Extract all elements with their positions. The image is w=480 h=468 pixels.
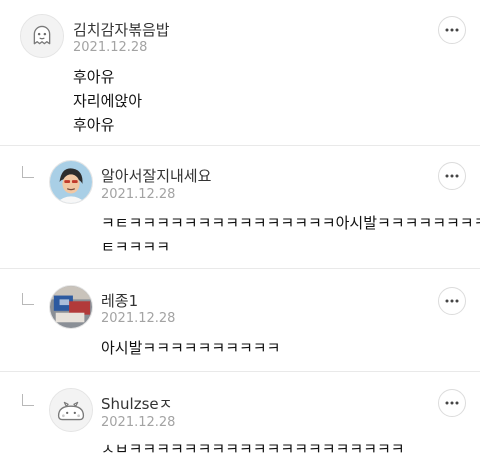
blob-default-avatar-icon xyxy=(50,389,92,431)
comment-author[interactable]: 알아서잘지내세요 xyxy=(101,165,211,186)
more-options-button[interactable] xyxy=(438,16,466,44)
comment-author[interactable]: 레종1 xyxy=(101,290,138,311)
comment-body-line: 자리에앉아 xyxy=(73,92,143,110)
reply-arrow-icon xyxy=(22,293,34,305)
comment-body-line: ㅋㅌㅋㅋㅋㅋㅋㅋㅋㅋㅋㅋㅋㅋㅋㅋㅋ아시발ㅋㅋㅋㅋㅋㅋㅋㅋ xyxy=(101,214,480,232)
more-options-button[interactable] xyxy=(438,162,466,190)
reply-item: 레종1 2021.12.28 아시발ㅋㅋㅋㅋㅋㅋㅋㅋㅋㅋ xyxy=(0,269,480,371)
avatar[interactable] xyxy=(49,160,93,204)
more-options-icon xyxy=(445,299,459,303)
comment-body: 후아유 자리에앉아 후아유 xyxy=(73,65,142,137)
reply-item: Shulzseㅈ 2021.12.28 ㅅㅂㅋㅋㅋㅋㅋㅋㅋㅋㅋㅋㅋㅋㅋㅋㅋㅋㅋㅋ… xyxy=(0,372,480,468)
comment-body-line: 아시발ㅋㅋㅋㅋㅋㅋㅋㅋㅋㅋ xyxy=(101,339,281,357)
comment-body: ㅅㅂㅋㅋㅋㅋㅋㅋㅋㅋㅋㅋㅋㅋㅋㅋㅋㅋㅋㅋㅋㅋ xyxy=(101,437,405,461)
reply-item: 알아서잘지내세요 2021.12.28 ㅋㅌㅋㅋㅋㅋㅋㅋㅋㅋㅋㅋㅋㅋㅋㅋㅋ아시발… xyxy=(0,146,480,268)
comment-body: 아시발ㅋㅋㅋㅋㅋㅋㅋㅋㅋㅋ xyxy=(101,336,280,360)
ghost-default-avatar-icon xyxy=(21,15,63,57)
comment-date: 2021.12.28 xyxy=(101,415,176,430)
comment-item: 김치감자볶음밥 2021.12.28 후아유 자리에앉아 후아유 xyxy=(0,0,480,145)
more-options-icon xyxy=(445,401,459,405)
avatar[interactable] xyxy=(20,14,64,58)
comment-date: 2021.12.28 xyxy=(73,40,148,55)
reply-arrow-icon xyxy=(22,394,34,406)
comment-body-line: ㅌㅋㅋㅋㅋ xyxy=(101,238,171,256)
comment-body-line: 후아유 xyxy=(73,68,115,86)
more-options-icon xyxy=(445,28,459,32)
comment-date: 2021.12.28 xyxy=(101,311,176,326)
photo-avatar-icon xyxy=(50,286,92,328)
comment-author[interactable]: Shulzseㅈ xyxy=(101,393,172,414)
avatar[interactable] xyxy=(49,388,93,432)
comment-author[interactable]: 김치감자볶음밥 xyxy=(73,19,170,40)
comment-body-line: 후아유 xyxy=(73,116,115,134)
reply-arrow-icon xyxy=(22,166,34,178)
more-options-button[interactable] xyxy=(438,389,466,417)
comment-date: 2021.12.28 xyxy=(101,187,176,202)
comment-body: ㅋㅌㅋㅋㅋㅋㅋㅋㅋㅋㅋㅋㅋㅋㅋㅋㅋ아시발ㅋㅋㅋㅋㅋㅋㅋㅋ ㅌㅋㅋㅋㅋ xyxy=(101,211,480,259)
avatar[interactable] xyxy=(49,285,93,329)
more-options-icon xyxy=(445,174,459,178)
cartoon-person-avatar-icon xyxy=(50,161,92,203)
comment-body-line: ㅅㅂㅋㅋㅋㅋㅋㅋㅋㅋㅋㅋㅋㅋㅋㅋㅋㅋㅋㅋㅋㅋ xyxy=(101,440,405,458)
more-options-button[interactable] xyxy=(438,287,466,315)
